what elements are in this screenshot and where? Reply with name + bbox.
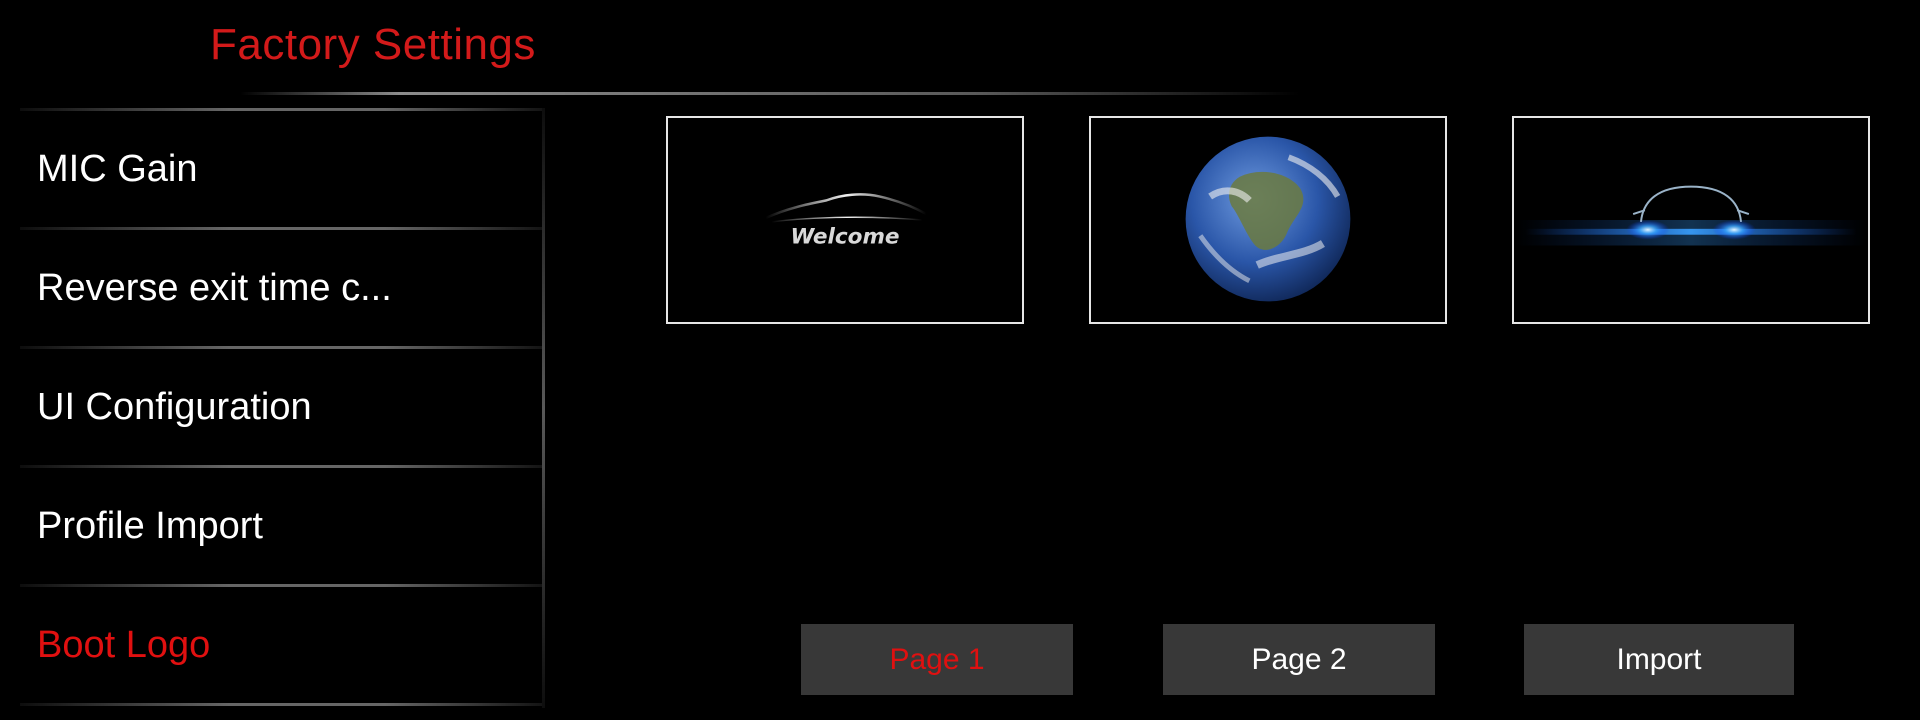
sidebar-item-ui-configuration[interactable]: UI Configuration <box>20 348 542 467</box>
sidebar: MIC Gain Reverse exit time c... UI Confi… <box>20 108 542 708</box>
sidebar-item-label: Boot Logo <box>37 624 211 666</box>
car-headlights-icon <box>1515 185 1867 246</box>
page-1-button[interactable]: Page 1 <box>801 624 1073 695</box>
page-title: Factory Settings <box>210 20 536 69</box>
sidebar-divider <box>20 703 542 706</box>
boot-logo-option-welcome[interactable]: Welcome <box>666 116 1024 324</box>
title-divider <box>240 92 1300 95</box>
welcome-car-logo-icon: Welcome <box>765 193 928 250</box>
sidebar-item-reverse-exit-time[interactable]: Reverse exit time c... <box>20 229 542 348</box>
sidebar-item-boot-logo[interactable]: Boot Logo <box>20 586 542 705</box>
sidebar-separator <box>542 108 545 708</box>
factory-settings-screen: Factory Settings MIC Gain Reverse exit t… <box>0 0 1920 720</box>
boot-logo-option-earth[interactable] <box>1089 116 1447 324</box>
sidebar-item-label: UI Configuration <box>37 386 312 428</box>
sidebar-item-label: Reverse exit time c... <box>37 267 392 309</box>
sidebar-item-mic-gain[interactable]: MIC Gain <box>20 110 542 229</box>
sidebar-item-label: Profile Import <box>37 505 263 547</box>
import-button[interactable]: Import <box>1524 624 1794 695</box>
earth-globe-icon <box>1185 136 1351 302</box>
sidebar-item-profile-import[interactable]: Profile Import <box>20 467 542 586</box>
sidebar-item-label: MIC Gain <box>37 148 198 190</box>
page-2-button[interactable]: Page 2 <box>1163 624 1435 695</box>
welcome-logo-text: Welcome <box>790 225 899 250</box>
boot-logo-option-headlights[interactable] <box>1512 116 1870 324</box>
